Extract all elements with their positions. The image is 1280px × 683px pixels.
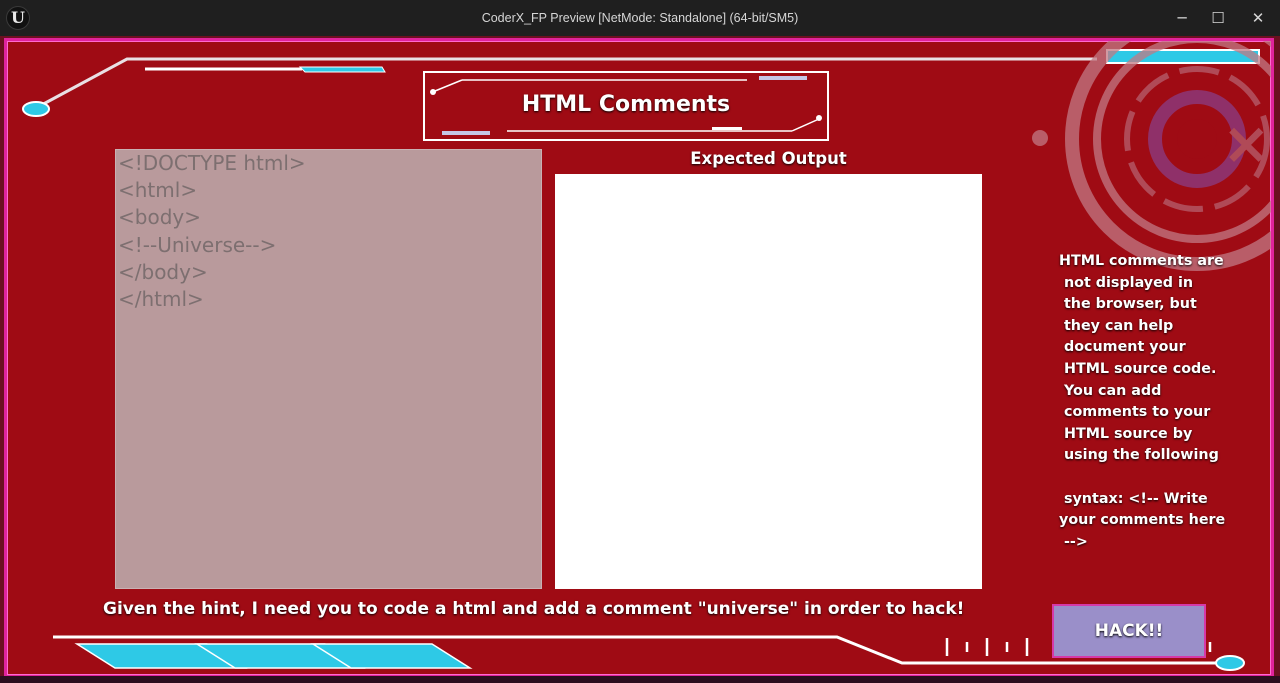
hint-line: your comments here	[1059, 512, 1226, 529]
hint-text: HTML comments are not displayed in the b…	[1059, 251, 1229, 553]
title-box: HTML Comments	[424, 72, 828, 140]
expected-output-label: Expected Output	[690, 149, 847, 168]
code-line: <!DOCTYPE html>	[118, 151, 306, 175]
hint-line: You can add	[1059, 382, 1162, 399]
coderx-logo-icon: ×	[1032, 41, 1271, 271]
window-title-bar: U CoderX_FP Preview [NetMode: Standalone…	[0, 0, 1280, 36]
hack-button-label: HACK!!	[1094, 621, 1164, 641]
code-line: <!--Universe-->	[118, 232, 277, 257]
hint-line: HTML source by	[1059, 425, 1193, 442]
game-viewport: × HTML Comments <!DOCTYPE html> <html> <…	[0, 36, 1280, 683]
page-title: HTML Comments	[521, 92, 731, 117]
hint-line: -->	[1059, 533, 1088, 550]
code-line: <body>	[118, 205, 201, 230]
code-editor[interactable]: <!DOCTYPE html> <html> <body> <!--Univer…	[115, 149, 542, 589]
hint-line: HTML comments are	[1059, 253, 1224, 269]
expected-output-panel	[555, 174, 982, 589]
maximize-button[interactable]: ☐	[1198, 0, 1238, 36]
instruction-text: Given the hint, I need you to code a htm…	[103, 599, 965, 619]
hint-line	[1059, 467, 1229, 489]
code-line: </html>	[118, 287, 204, 312]
hint-line: not displayed in	[1059, 274, 1194, 291]
svg-text:×: ×	[1222, 109, 1271, 177]
hint-line: HTML source code.	[1059, 360, 1217, 377]
close-button[interactable]: ✕	[1238, 0, 1278, 36]
code-lines: <!DOCTYPE html> <html> <body> <!--Univer…	[116, 150, 306, 313]
hint-line: the browser, but	[1059, 296, 1197, 313]
hint-line: they can help	[1059, 317, 1174, 334]
hint-line: using the following	[1059, 447, 1219, 464]
code-line: </body>	[118, 259, 208, 284]
taskbar-strip	[0, 676, 1280, 683]
window-title: CoderX_FP Preview [NetMode: Standalone] …	[481, 11, 799, 25]
minimize-button[interactable]: ─	[1162, 0, 1202, 36]
hint-line: comments to your	[1059, 404, 1211, 421]
hack-button[interactable]: HACK!!	[1052, 604, 1206, 658]
game-frame: × HTML Comments <!DOCTYPE html> <html> <…	[4, 38, 1274, 678]
hint-line: document your	[1059, 339, 1186, 356]
code-line: <html>	[118, 178, 198, 203]
hint-line: syntax: <!-- Write	[1059, 490, 1208, 507]
